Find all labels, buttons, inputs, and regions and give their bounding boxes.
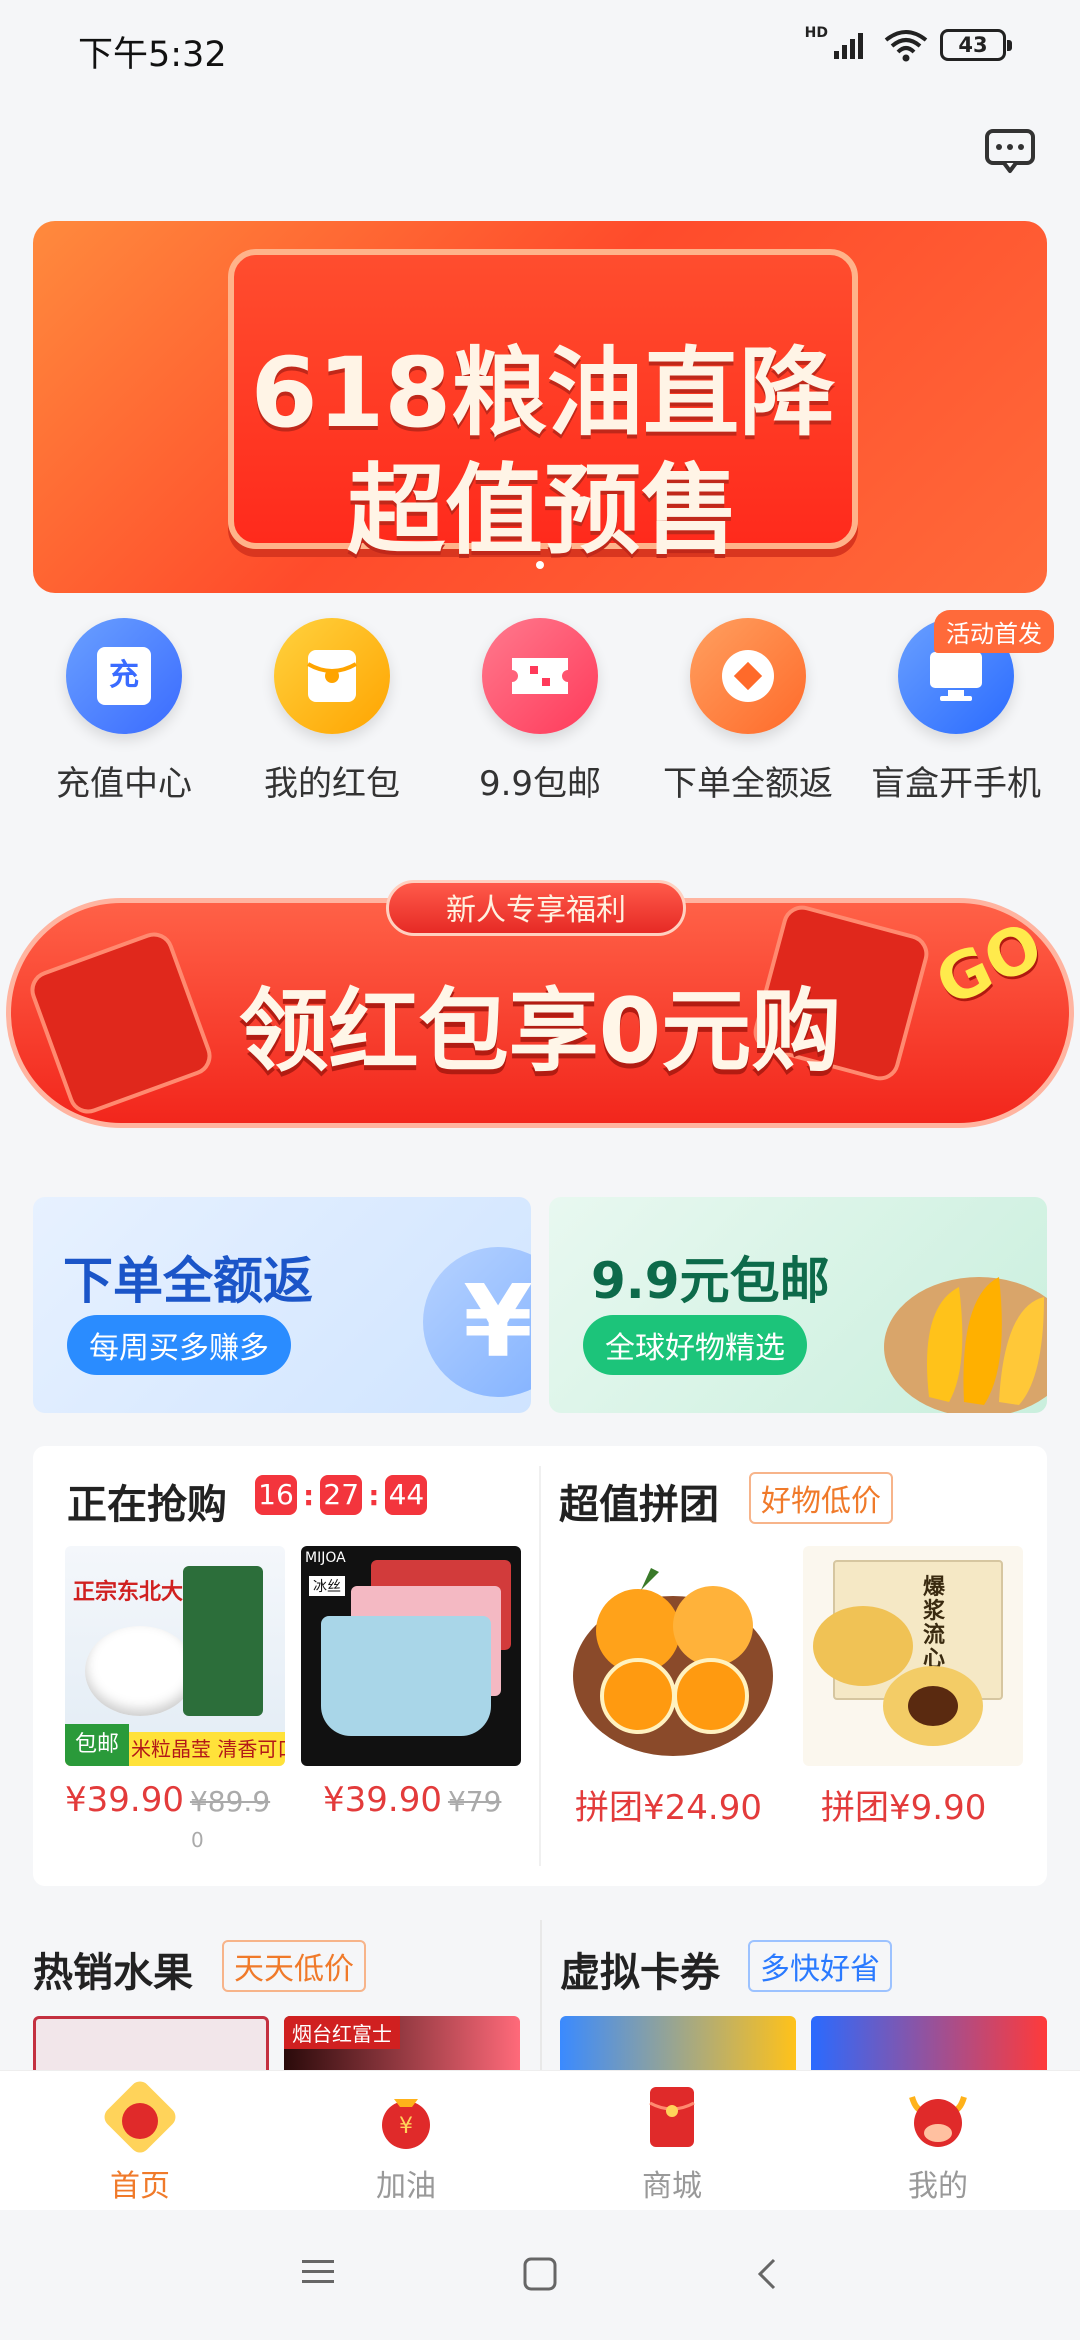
timer-seconds: 44 — [385, 1475, 428, 1515]
banner-pagination — [33, 561, 1047, 569]
promo-tag: 新人专享福利 — [386, 880, 686, 936]
tab-home[interactable]: 首页 — [40, 2081, 240, 2205]
rice-pile — [85, 1626, 195, 1716]
rice-bag — [183, 1566, 263, 1716]
back-icon[interactable] — [752, 2256, 780, 2292]
coin-return-icon — [690, 618, 806, 734]
hot-fruit-title[interactable]: 热销水果 — [33, 1940, 193, 1998]
home-square-icon[interactable] — [522, 2256, 558, 2292]
more-sections: 热销水果 天天低价 烟台红富士 虚拟卡券 多快好省 — [0, 1920, 1080, 2076]
mango-image — [884, 1277, 1047, 1413]
quick-entry-recharge[interactable]: 充 充值中心 — [24, 610, 224, 805]
promo-title: 领红包享0元购 — [238, 979, 842, 1084]
product-underwear[interactable]: MIJOA 冰丝 — [301, 1546, 521, 1766]
top-banner[interactable]: 618粮油直降 超值预售 — [33, 221, 1047, 593]
price-underwear: ¥39.90 ¥79 — [323, 1780, 502, 1820]
deals-panel: 正在抢购 16: 27: 44 正宗东北大米 米粒晶莹 清香可口 包邮 ¥39.… — [33, 1446, 1047, 1886]
quick-entry-free-shipping[interactable]: 9.9包邮 — [440, 610, 640, 805]
card-title: 9.9元包邮 — [591, 1252, 830, 1310]
card-title: 下单全额返 — [63, 1252, 313, 1310]
quick-entry-label: 我的红包 — [264, 764, 400, 804]
free-shipping-tag: 包邮 — [65, 1724, 129, 1766]
voucher-item-2[interactable] — [811, 2016, 1047, 2076]
group-buy-tag: 好物低价 — [749, 1472, 893, 1524]
card-pill: 全球好物精选 — [583, 1315, 807, 1375]
flash-sale-title[interactable]: 正在抢购 — [67, 1472, 227, 1530]
ox-avatar-icon — [909, 2096, 967, 2147]
new-user-promo[interactable]: 新人专享福利 领红包享0元购 GO — [6, 868, 1074, 1158]
product-rice[interactable]: 正宗东北大米 米粒晶莹 清香可口 包邮 — [65, 1546, 285, 1766]
recharge-icon: 充 — [66, 618, 182, 734]
battery-icon: 43 — [940, 29, 1012, 61]
group-buy-title[interactable]: 超值拼团 — [559, 1472, 719, 1530]
full-refund-card[interactable]: ¥ 下单全额返 每周买多赚多 — [33, 1197, 531, 1413]
quick-entry-full-refund[interactable]: 下单全额返 — [648, 610, 848, 805]
banner-subtitle: 超值预售 — [346, 454, 739, 568]
tab-refuel[interactable]: ¥ 加油 — [306, 2081, 506, 2205]
voucher-item-1[interactable] — [560, 2016, 796, 2076]
activity-badge: 活动首发 — [934, 610, 1054, 653]
system-nav-bar — [0, 2210, 1080, 2340]
ticket-icon — [482, 618, 598, 734]
fruit-item-1[interactable] — [33, 2016, 269, 2076]
quick-entry-label: 盲盒开手机 — [871, 764, 1041, 804]
pastry-filling — [908, 1686, 958, 1726]
pastry-whole — [813, 1606, 913, 1686]
status-time: 下午5:32 — [78, 35, 227, 75]
quick-entry-label: 下单全额返 — [663, 764, 833, 804]
tab-mall[interactable]: 商城 — [572, 2081, 772, 2205]
vouchers-tag: 多快好省 — [748, 1940, 892, 1992]
battery-level: 43 — [958, 33, 988, 57]
quick-entry-label: 充值中心 — [56, 764, 192, 804]
hot-fruit-tag: 天天低价 — [222, 1940, 366, 1992]
menu-icon[interactable] — [298, 2256, 338, 2288]
price-rice: ¥39.90 ¥89.9 — [65, 1780, 271, 1820]
wifi-icon — [884, 30, 928, 62]
hd-indicator: HD — [804, 25, 828, 41]
status-bar: 下午5:32 HD 43 — [0, 0, 1080, 100]
red-packet-tab-icon — [649, 2087, 695, 2147]
quick-entry-label: 9.9包邮 — [478, 764, 602, 804]
tab-mine[interactable]: 我的 — [838, 2081, 1038, 2205]
yuan-coin-icon: ¥ — [423, 1247, 531, 1397]
product-oranges[interactable] — [563, 1546, 783, 1766]
signal-icon — [834, 33, 863, 59]
home-lantern-icon — [104, 2081, 176, 2153]
countdown-timer: 16: 27: 44 — [255, 1475, 428, 1515]
banner-dot — [536, 561, 544, 569]
money-bag-icon: ¥ — [382, 2099, 430, 2149]
panel-divider — [539, 1466, 541, 1866]
price-oranges: 拼团¥24.90 — [575, 1788, 762, 1828]
red-packet-icon — [274, 618, 390, 734]
status-icons: HD 43 — [804, 25, 1012, 62]
underwear-image — [321, 1616, 491, 1736]
vouchers-title[interactable]: 虚拟卡券 — [560, 1940, 720, 1998]
price-pastry: 拼团¥9.90 — [821, 1788, 987, 1828]
timer-minutes: 27 — [320, 1475, 363, 1515]
free-shipping-card[interactable]: 9.9元包邮 全球好物精选 — [549, 1197, 1047, 1413]
card-pill: 每周买多赚多 — [67, 1315, 291, 1375]
quick-entry-red-packet[interactable]: 我的红包 — [232, 610, 432, 805]
quick-entry-row: 充 充值中心 我的红包 9.9包邮 下单全额返 盲盒开手机 — [0, 610, 1080, 810]
timer-hours: 16 — [255, 1475, 297, 1515]
fruit-item-2[interactable]: 烟台红富士 — [284, 2016, 520, 2076]
product-pastry[interactable]: 爆浆流心酥 — [803, 1546, 1023, 1766]
banner-board: 618粮油直降 超值预售 — [228, 249, 858, 568]
message-icon[interactable] — [984, 128, 1036, 174]
svg-text:¥: ¥ — [399, 2114, 413, 2139]
bottom-tab-bar: 首页 ¥ 加油 商城 我的 — [0, 2070, 1080, 2210]
